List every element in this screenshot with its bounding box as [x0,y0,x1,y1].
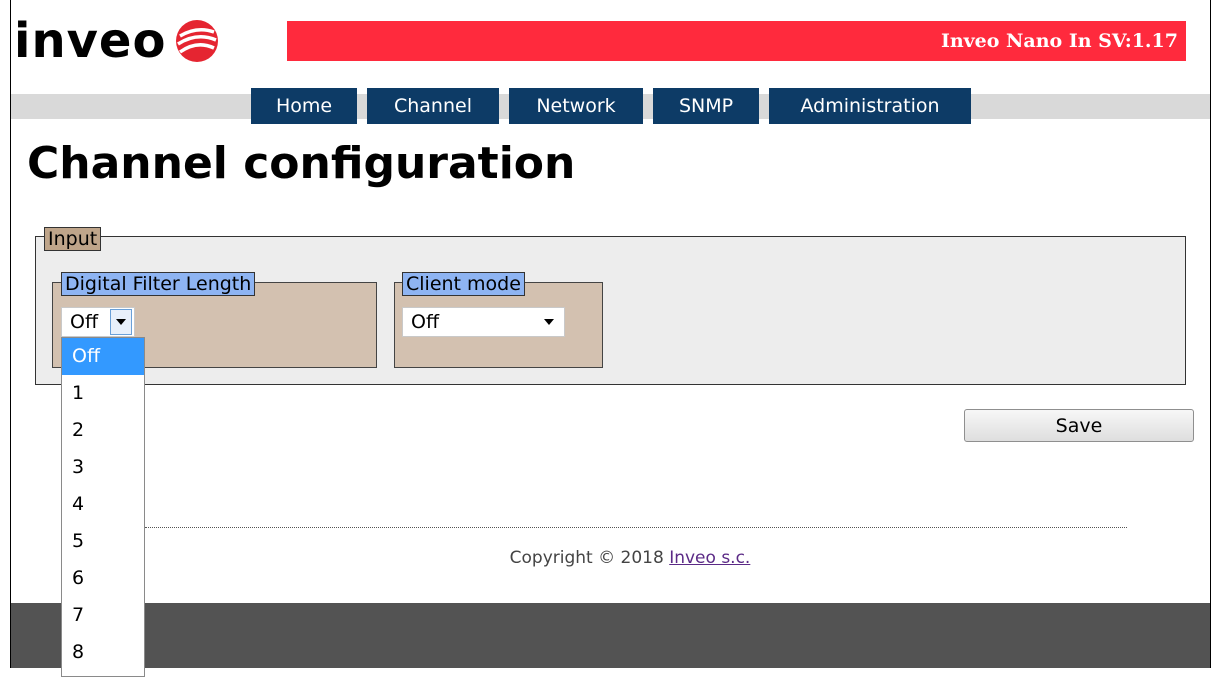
footer-divider [145,527,1127,528]
input-legend: Input [44,227,102,251]
inveo-logo: inveo [14,14,220,68]
chevron-down-icon [544,319,554,325]
nav-home[interactable]: Home [251,88,357,124]
copyright: Copyright © 2018 Inveo s.c. [0,548,1212,568]
page-title: Channel configuration [27,138,576,189]
dropdown-option[interactable]: 8 [62,634,144,671]
footer-bar [11,603,1210,668]
save-button[interactable]: Save [964,409,1194,442]
digital-filter-value: Off [70,311,99,333]
nav-network[interactable]: Network [509,88,643,124]
nav-snmp[interactable]: SNMP [653,88,759,124]
device-title-bar: Inveo Nano In SV:1.17 [287,21,1186,61]
nav-channel[interactable]: Channel [367,88,499,124]
digital-filter-legend: Digital Filter Length [61,272,256,296]
inveo-logo-icon [176,20,219,62]
digital-filter-select[interactable]: Off [61,307,135,337]
client-mode-value: Off [411,311,440,333]
dropdown-option[interactable]: 1 [62,375,144,412]
nav-administration[interactable]: Administration [769,88,971,124]
logo-text: inveo [14,13,167,69]
company-link[interactable]: Inveo s.c. [669,548,750,568]
digital-filter-dropdown-list: Off 1 2 3 4 5 6 7 8 [61,337,145,677]
client-mode-select[interactable]: Off [402,307,565,337]
dropdown-option[interactable]: 4 [62,486,144,523]
dropdown-arrow-button[interactable] [110,309,132,335]
dropdown-option[interactable]: 3 [62,449,144,486]
dropdown-option[interactable]: Off [62,338,144,375]
client-mode-legend: Client mode [402,272,525,296]
dropdown-option[interactable]: 7 [62,597,144,634]
device-title: Inveo Nano In SV:1.17 [940,30,1178,52]
chevron-down-icon [116,319,126,325]
dropdown-option[interactable]: 5 [62,523,144,560]
dropdown-option[interactable]: 6 [62,560,144,597]
main-nav: Home Channel Network SNMP Administration [0,88,1212,124]
dropdown-option[interactable]: 2 [62,412,144,449]
copyright-text: Copyright © 2018 [509,548,664,568]
